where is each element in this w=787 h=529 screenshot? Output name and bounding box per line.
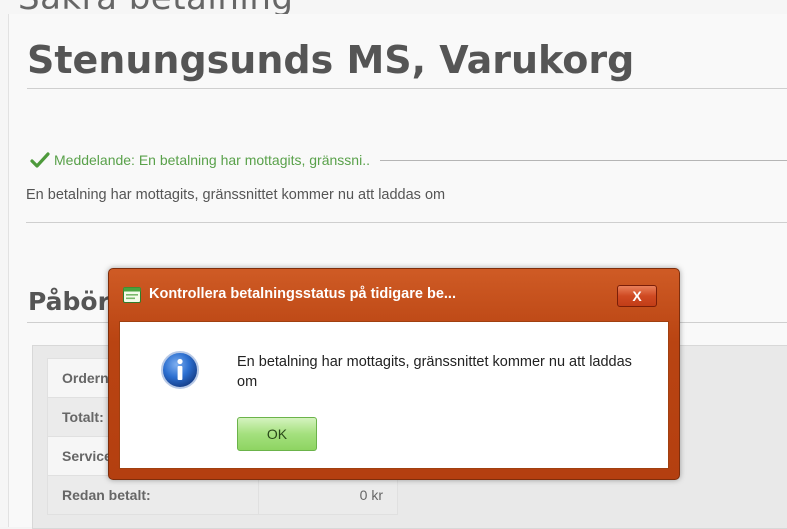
divider — [26, 222, 787, 223]
row-value: 0 kr — [258, 475, 398, 515]
payment-status-dialog: Kontrollera betalningsstatus på tidigare… — [108, 268, 680, 480]
dialog-message: En betalning har mottagits, gränssnittet… — [237, 354, 632, 390]
notice-header: Meddelande: En betalning har mottagits, … — [30, 148, 787, 172]
table-row: Redan betalt: 0 kr — [47, 475, 398, 515]
close-icon: X — [632, 288, 642, 304]
dialog-title: Kontrollera betalningsstatus på tidigare… — [149, 286, 456, 302]
divider — [27, 88, 787, 89]
checkmark-icon — [30, 152, 50, 168]
row-label: Redan betalt: — [47, 475, 259, 515]
ok-button[interactable]: OK — [237, 417, 317, 451]
dialog-body: En betalning har mottagits, gränssnittet… — [119, 321, 669, 469]
shop-title: Stenungsunds MS, Varukorg — [27, 38, 635, 82]
window-app-icon — [123, 287, 141, 303]
notice-divider — [379, 159, 787, 161]
notice-message: En betalning har mottagits, gränssnittet… — [26, 187, 446, 203]
dialog-titlebar[interactable]: Kontrollera betalningsstatus på tidigare… — [109, 269, 679, 319]
info-icon — [161, 351, 199, 389]
notice-label: Meddelande: En betalning har mottagits, … — [54, 152, 370, 168]
close-button[interactable]: X — [617, 285, 657, 307]
